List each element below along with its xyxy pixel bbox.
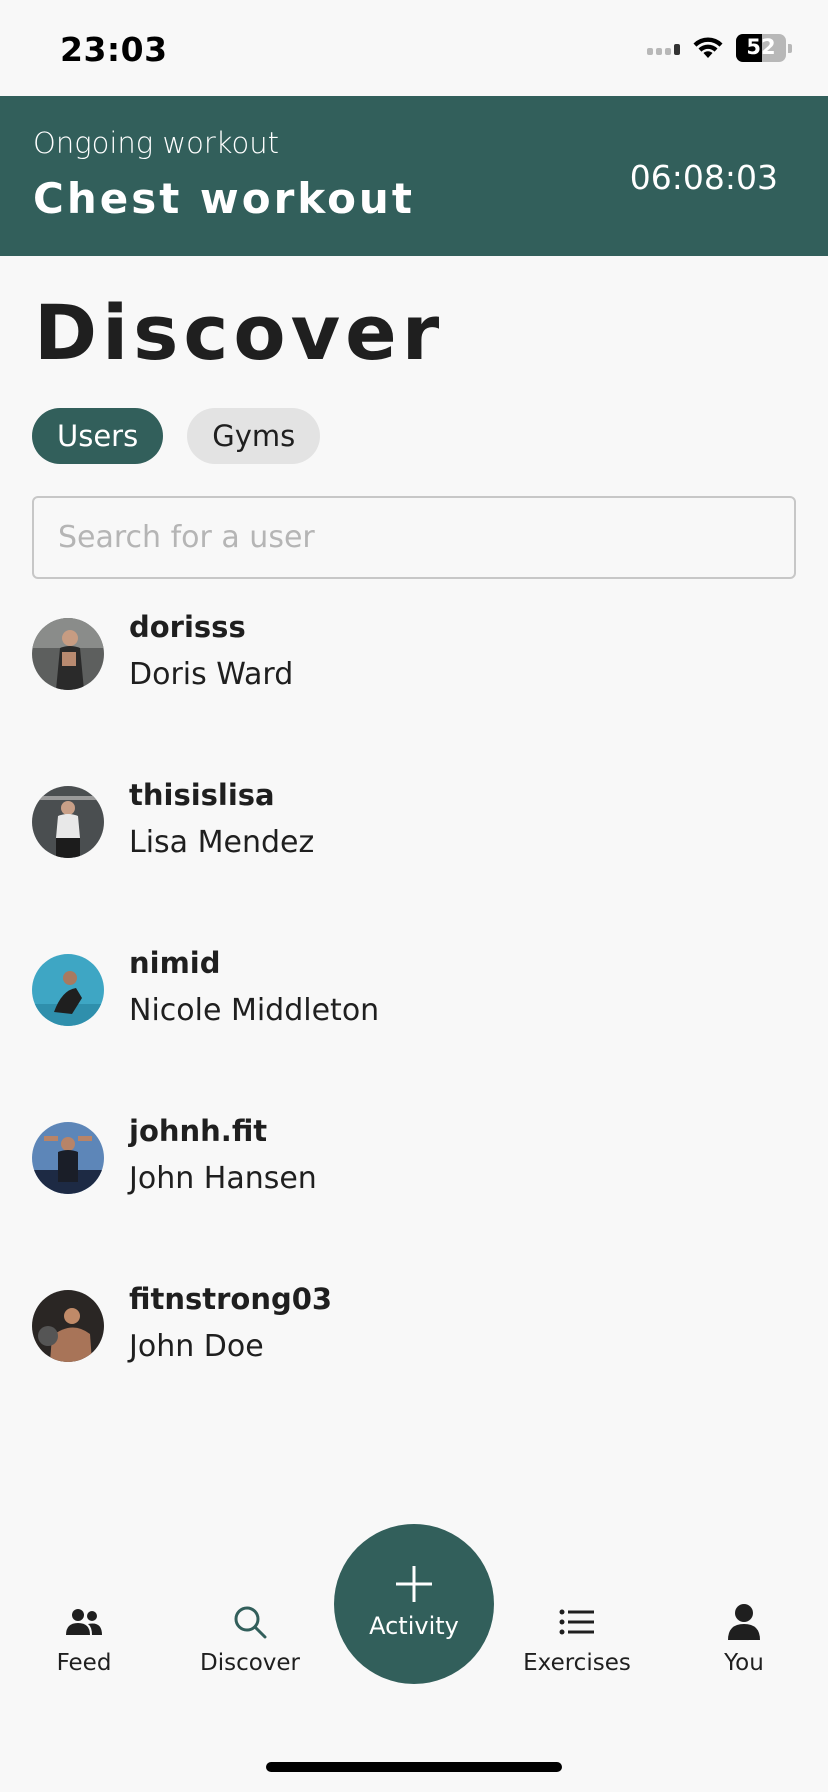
workout-title: Chest workout xyxy=(33,174,415,223)
nav-item-discover[interactable]: Discover xyxy=(180,1600,320,1676)
cellular-signal-icon xyxy=(647,41,680,55)
avatar xyxy=(32,1122,104,1194)
ongoing-workout-banner[interactable]: Ongoing workout Chest workout 06:08:03 xyxy=(0,96,828,256)
user-handle: fitnstrong03 xyxy=(129,1282,333,1316)
add-activity-button[interactable]: Activity xyxy=(334,1524,494,1684)
nav-item-exercises[interactable]: Exercises xyxy=(507,1600,647,1676)
workout-timer: 06:08:03 xyxy=(629,158,778,197)
nav-label-you: You xyxy=(724,1650,764,1676)
user-handle: dorisss xyxy=(129,610,246,644)
status-bar: 23:03 52 xyxy=(0,0,828,96)
list-item[interactable]: johnh.fit John Hansen xyxy=(0,1102,828,1270)
users-icon xyxy=(64,1600,104,1644)
user-full-name: John Hansen xyxy=(129,1161,317,1196)
avatar xyxy=(32,618,104,690)
user-handle: nimid xyxy=(129,946,221,980)
fab-label: Activity xyxy=(369,1612,459,1640)
status-time: 23:03 xyxy=(60,30,168,69)
tab-gyms[interactable]: Gyms xyxy=(187,408,321,464)
nav-label-feed: Feed xyxy=(56,1650,112,1676)
search-icon xyxy=(232,1600,268,1644)
person-icon xyxy=(727,1600,761,1644)
plus-icon xyxy=(394,1564,434,1608)
list-item[interactable]: nimid Nicole Middleton xyxy=(0,934,828,1102)
nav-label-discover: Discover xyxy=(199,1650,301,1676)
list-item[interactable]: thisislisa Lisa Mendez xyxy=(0,766,828,934)
user-full-name: Nicole Middleton xyxy=(129,993,380,1028)
discover-tabs: Users Gyms xyxy=(32,408,321,464)
user-full-name: John Doe xyxy=(129,1329,264,1364)
tab-users[interactable]: Users xyxy=(32,408,164,464)
list-icon xyxy=(559,1600,595,1644)
user-list: dorisss Doris Ward thisislisa Lisa Mende… xyxy=(0,598,828,1438)
page-title: Discover xyxy=(34,288,445,377)
nav-item-you[interactable]: You xyxy=(674,1600,814,1676)
search-input[interactable] xyxy=(34,498,794,577)
avatar xyxy=(32,1290,104,1362)
user-handle: thisislisa xyxy=(129,778,275,812)
list-item[interactable]: fitnstrong03 John Doe xyxy=(0,1270,828,1438)
nav-label-exercises: Exercises xyxy=(523,1650,631,1676)
banner-subtitle: Ongoing workout xyxy=(33,126,280,160)
battery-icon: 52 xyxy=(736,34,786,62)
wifi-icon xyxy=(693,37,723,58)
user-handle: johnh.fit xyxy=(129,1114,268,1148)
list-item[interactable]: dorisss Doris Ward xyxy=(0,598,828,766)
nav-item-feed[interactable]: Feed xyxy=(14,1600,154,1676)
battery-level: 52 xyxy=(746,35,776,59)
avatar xyxy=(32,786,104,858)
avatar xyxy=(32,954,104,1026)
home-indicator xyxy=(266,1762,562,1772)
search-box xyxy=(32,496,796,579)
user-full-name: Lisa Mendez xyxy=(129,825,315,860)
user-full-name: Doris Ward xyxy=(129,657,294,692)
status-indicators: 52 xyxy=(647,34,792,62)
